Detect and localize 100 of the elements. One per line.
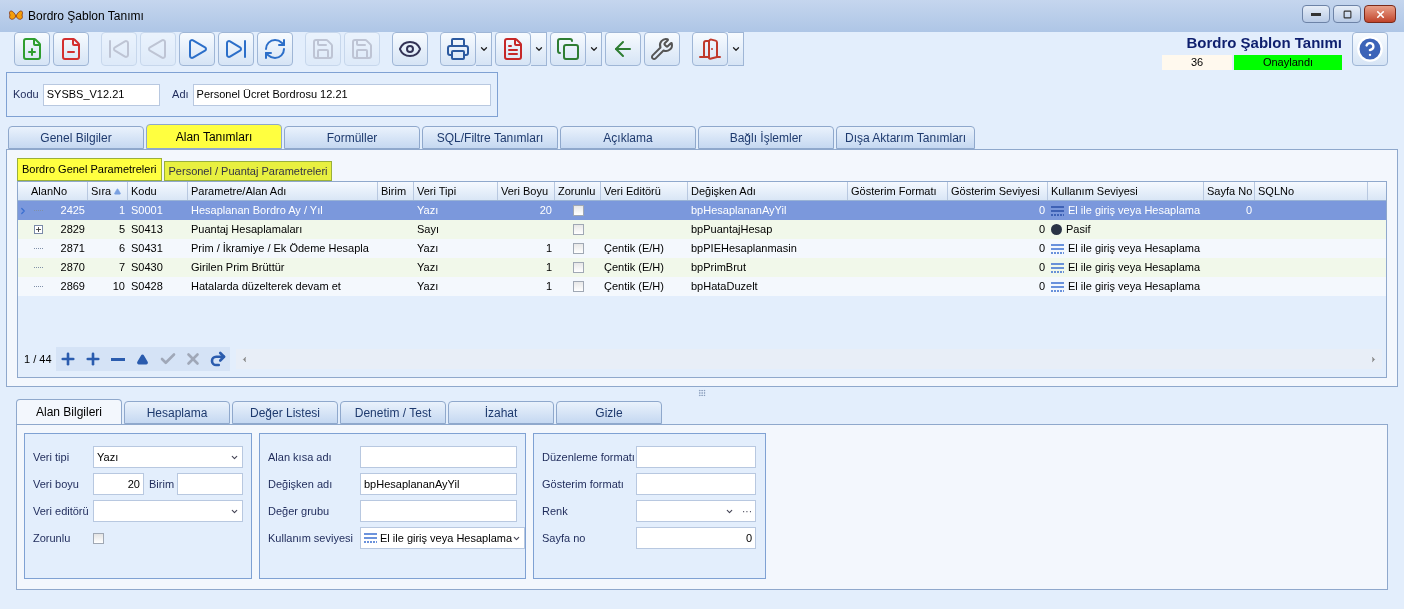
minimize-button[interactable] <box>1302 5 1330 23</box>
tab[interactable]: Denetim / Test <box>340 401 446 424</box>
table-cell-text: Pasif <box>1066 222 1091 238</box>
tab[interactable]: SQL/Filtre Tanımları <box>422 126 558 149</box>
table-cell-text: 7 <box>118 260 125 276</box>
table-row[interactable]: 2870 7 S0430 Girilen Prim Brüttür Yazı 1 Çentik (E/H) bpPrimBrut 0 El ile giriş veya Hesaplama <box>18 258 1386 277</box>
scroll-right-icon[interactable] <box>1369 354 1378 364</box>
checkbox[interactable] <box>572 262 584 273</box>
column-header[interactable]: Veri Tipi <box>414 182 498 200</box>
column-header[interactable]: Kullanım Seviyesi <box>1048 182 1204 200</box>
toolbar-button[interactable] <box>440 32 476 66</box>
field-label: Veri boyu <box>33 476 80 492</box>
input-field[interactable] <box>177 473 243 495</box>
refresh-icon <box>263 37 287 61</box>
input-field[interactable]: SYSBS_V12.21 <box>42 83 161 106</box>
help-button[interactable] <box>1352 32 1388 66</box>
caret-icon <box>478 44 489 54</box>
table-cell-text: S0430 <box>131 260 163 276</box>
tab[interactable]: Alan Bilgileri <box>16 399 122 424</box>
toolbar-button[interactable] <box>392 32 428 66</box>
tab[interactable]: Dışa Aktarım Tanımları <box>836 126 976 149</box>
status-badge: Onaylandı <box>1234 54 1342 70</box>
pdf-file-icon <box>501 37 525 61</box>
column-header[interactable]: Sayfa No <box>1204 182 1255 200</box>
tab[interactable]: Bordro Genel Parametreleri <box>17 158 162 181</box>
input-field[interactable] <box>636 446 756 468</box>
toolbar-button[interactable] <box>605 32 641 66</box>
tab[interactable]: Açıklama <box>560 126 696 149</box>
toolbar-button[interactable] <box>692 32 728 66</box>
tab[interactable]: İzahat <box>448 401 554 424</box>
tab[interactable]: Bağlı İşlemler <box>698 126 834 149</box>
input-field[interactable]: 20 <box>93 473 144 495</box>
ellipsis-button[interactable]: ··· <box>742 503 752 519</box>
dropdown-button[interactable] <box>476 32 492 66</box>
field-label: Kullanım seviyesi <box>268 530 354 546</box>
table-cell-text: bpPrimBrut <box>691 260 747 276</box>
table-cell-text: Çentik (E/H) <box>604 260 664 276</box>
dropdown-button[interactable] <box>586 32 602 66</box>
column-header[interactable]: Kodu <box>128 182 188 200</box>
table-cell-text: El ile giriş veya Hesaplama <box>1068 260 1201 276</box>
input-field[interactable] <box>93 500 243 522</box>
dropdown-button[interactable] <box>728 32 744 66</box>
field-label: Kodu <box>13 87 39 103</box>
documents-icon <box>556 37 580 61</box>
input-field[interactable]: bpHesaplananAyYil <box>360 473 517 495</box>
table-cell-text: bpPIEHesaplanmasin <box>691 241 797 257</box>
column-header[interactable]: Veri Editörü <box>601 182 688 200</box>
maximize-button[interactable] <box>1333 5 1361 23</box>
dropdown-button[interactable] <box>531 32 547 66</box>
checkbox[interactable] <box>572 281 584 292</box>
input-field[interactable]: El ile giriş veya Hesaplama <box>360 527 525 549</box>
field-label: Değişken adı <box>268 476 334 492</box>
horizontal-scrollbar[interactable] <box>235 349 1382 369</box>
sort-ascending-icon <box>114 187 122 195</box>
toolbar-button[interactable] <box>495 32 531 66</box>
column-header[interactable]: SQLNo <box>1255 182 1368 200</box>
checkbox[interactable] <box>572 243 584 254</box>
up-triangle-icon <box>137 353 149 365</box>
table-cell-text: Puantaj Hesaplamaları <box>191 222 303 238</box>
input-field[interactable] <box>360 446 517 468</box>
table-cell-text: 0 <box>1245 203 1252 219</box>
table-cell-text: 2870 <box>60 260 85 276</box>
column-header[interactable]: Veri Boyu <box>498 182 555 200</box>
table-row[interactable]: 2871 6 S0431 Prim / İkramiye / Ek Ödeme Hesapla Yazı 1 Çentik (E/H) bpPIEHesaplanmasin 0 El ile giriş veya Hesaplama <box>18 239 1386 258</box>
close-button[interactable] <box>1364 5 1396 23</box>
input-field[interactable] <box>360 500 517 522</box>
tab[interactable]: Gizle <box>556 401 662 424</box>
toolbar-button[interactable] <box>644 32 680 66</box>
checkbox[interactable] <box>93 532 104 544</box>
table-row[interactable]: 2869 10 S0428 Hatalarda düzelterek devam et Yazı 1 Çentik (E/H) bpHataDuzelt 0 El ile giriş veya Hesaplama <box>18 277 1386 296</box>
input-field[interactable]: 0 <box>636 527 756 549</box>
column-header[interactable]: AlanNo <box>28 182 88 200</box>
field-label: Düzenleme formatı <box>542 449 636 465</box>
field-label: Değer grubu <box>268 503 331 519</box>
column-header[interactable]: Sıra <box>88 182 128 200</box>
column-header[interactable]: Zorunlu <box>555 182 601 200</box>
checkbox[interactable] <box>572 205 584 216</box>
column-header[interactable]: Değişken Adı <box>688 182 848 200</box>
column-header[interactable]: Gösterim Formatı <box>848 182 948 200</box>
input-field[interactable]: Yazı <box>93 446 243 468</box>
tab[interactable]: Formüller <box>284 126 420 149</box>
remove-file-icon <box>59 37 83 61</box>
input-field[interactable] <box>636 473 756 495</box>
column-header[interactable]: Birim <box>378 182 414 200</box>
expand-icon[interactable] <box>33 225 43 234</box>
column-header[interactable]: Gösterim Seviyesi <box>948 182 1048 200</box>
tab[interactable]: Alan Tanımları <box>146 124 282 149</box>
list-lines-icon <box>1051 205 1064 216</box>
input-field[interactable]: Personel Ücret Bordrosu 12.21 <box>192 83 491 106</box>
maximize-icon <box>1342 9 1352 19</box>
tab[interactable]: Hesaplama <box>124 401 230 424</box>
table-cell-text: 20 <box>539 203 552 219</box>
column-header[interactable]: Parametre/Alan Adı <box>188 182 378 200</box>
checkbox[interactable] <box>572 224 584 235</box>
toolbar-button[interactable] <box>550 32 586 66</box>
tab[interactable]: Genel Bilgiler <box>8 126 144 149</box>
table-row[interactable]: 2829 5 S0413 Puantaj Hesaplamaları Sayı bpPuantajHesap 0 Pasif <box>18 220 1386 239</box>
tab[interactable]: Personel / Puantaj Parametreleri <box>163 161 333 181</box>
tab[interactable]: Değer Listesi <box>232 401 338 424</box>
input-field[interactable]: ··· <box>636 500 756 522</box>
